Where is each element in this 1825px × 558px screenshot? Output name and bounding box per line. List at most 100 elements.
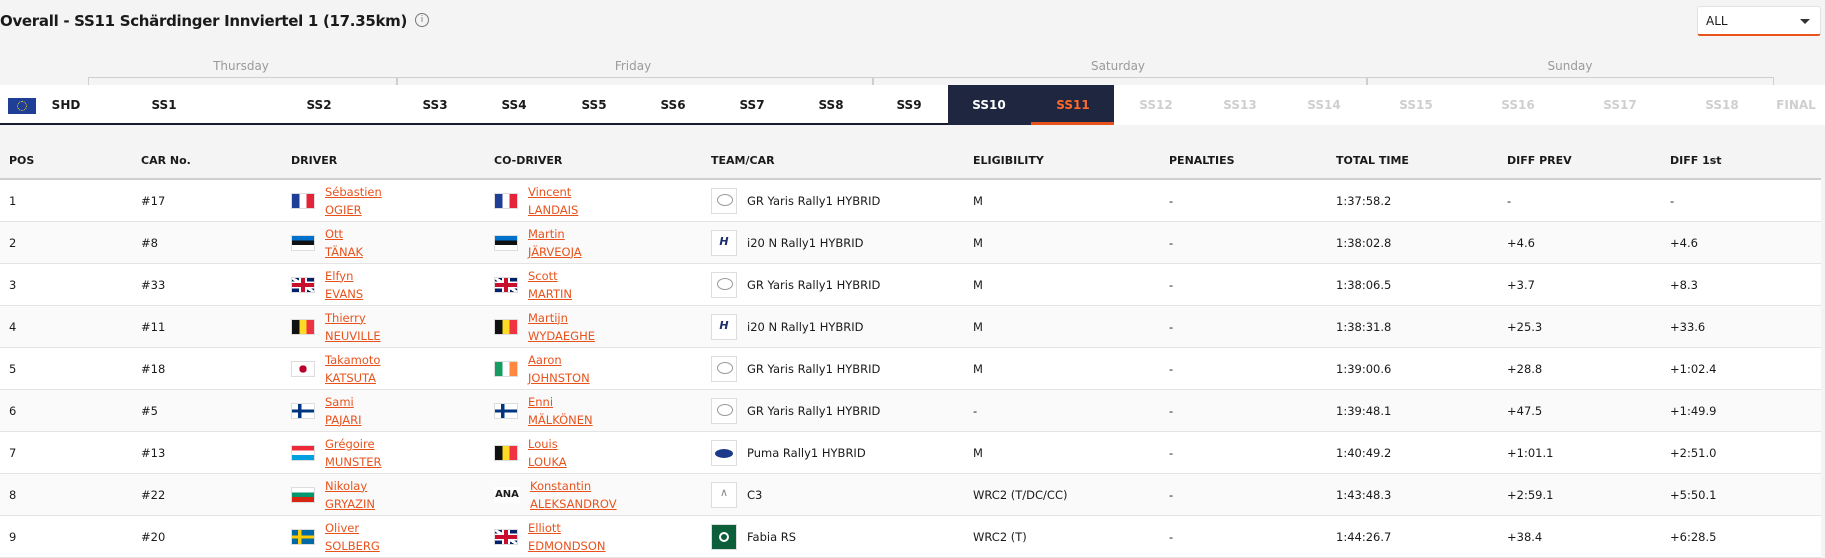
co-driver-last-name-link[interactable]: MÄLKÖNEN: [528, 411, 593, 429]
driver-cell: Oliver SOLBERG: [282, 515, 485, 558]
tab-ss6[interactable]: SS6: [660, 85, 685, 125]
diff-first-cell: +1:02.4: [1661, 347, 1821, 390]
page-title: Overall - SS11 Schärdinger Innviertel 1 …: [0, 12, 408, 30]
tab-ss1[interactable]: SS1: [151, 85, 176, 125]
car-model: GR Yaris Rally1 HYBRID: [747, 361, 881, 376]
total-time-cell: 1:39:00.6: [1327, 347, 1498, 390]
tab-ss3[interactable]: SS3: [422, 85, 447, 125]
co-driver-first-name-link[interactable]: Martin: [528, 225, 582, 243]
co-driver-first-name-link[interactable]: Aaron: [528, 351, 590, 369]
tab-ss15: SS15: [1399, 98, 1433, 112]
penalties-cell: -: [1160, 473, 1327, 516]
co-driver-first-name-link[interactable]: Louis: [528, 435, 567, 453]
co-driver-last-name-link[interactable]: ALEKSANDROV: [530, 495, 617, 513]
co-driver-first-name-link[interactable]: Elliott: [528, 519, 606, 537]
total-time-cell: 1:38:31.8: [1327, 305, 1498, 348]
car-number-cell: #5: [132, 389, 282, 432]
col-header-diff-1st[interactable]: DIFF 1st: [1661, 142, 1821, 180]
car-number-cell: #20: [132, 515, 282, 558]
co-driver-first-name-link[interactable]: Vincent: [528, 183, 578, 201]
eligibility-cell: WRC2 (T): [964, 515, 1160, 558]
driver-last-name-link[interactable]: MUNSTER: [325, 453, 382, 471]
co-driver-first-name-link[interactable]: Scott: [528, 267, 572, 285]
driver-last-name-link[interactable]: SOLBERG: [325, 537, 380, 555]
driver-last-name-link[interactable]: KATSUTA: [325, 369, 380, 387]
tab-ss11[interactable]: SS11: [1056, 85, 1089, 125]
co-driver-first-name-link[interactable]: Konstantin: [530, 477, 617, 495]
eligibility-cell: -: [964, 389, 1160, 432]
col-header-car-no[interactable]: CAR No.: [132, 142, 282, 180]
driver-first-name-link[interactable]: Oliver: [325, 519, 380, 537]
col-header-pos[interactable]: POS: [0, 142, 132, 180]
driver-first-name-link[interactable]: Thierry: [325, 309, 381, 327]
pos-cell: 8: [0, 473, 132, 516]
diff-prev-cell: +25.3: [1498, 305, 1661, 348]
co-driver-last-name-link[interactable]: EDMONDSON: [528, 537, 606, 555]
col-header-eligibility[interactable]: ELIGIBILITY: [964, 142, 1160, 180]
col-header-driver[interactable]: DRIVER: [282, 142, 485, 180]
driver-last-name-link[interactable]: EVANS: [325, 285, 363, 303]
eligibility-cell: M: [964, 263, 1160, 306]
diff-prev-cell: +28.8: [1498, 347, 1661, 390]
co-driver-first-name-link[interactable]: Martijn: [528, 309, 595, 327]
pos-cell: 1: [0, 179, 132, 222]
driver-last-name-link[interactable]: NEUVILLE: [325, 327, 381, 345]
col-header-total-time[interactable]: TOTAL TIME: [1327, 142, 1498, 180]
co-driver-cell: Martijn WYDAEGHE: [485, 305, 702, 348]
co-driver-last-name-link[interactable]: LOUKA: [528, 453, 567, 471]
co-driver-last-name-link[interactable]: JOHNSTON: [528, 369, 590, 387]
tab-ss8[interactable]: SS8: [818, 85, 843, 125]
hyundai-logo-icon: [711, 229, 737, 256]
col-header-penalties[interactable]: PENALTIES: [1160, 142, 1327, 180]
tab-ss4[interactable]: SS4: [501, 85, 526, 125]
driver-first-name-link[interactable]: Elfyn: [325, 267, 363, 285]
driver-last-name-link[interactable]: GRYAZIN: [325, 495, 375, 513]
car-number-cell: #33: [132, 263, 282, 306]
info-circle-icon[interactable]: i: [415, 13, 429, 27]
day-label-sunday: Sunday: [1547, 59, 1593, 73]
team-car-cell: i20 N Rally1 HYBRID: [702, 221, 964, 264]
tab-ss10[interactable]: SS10: [972, 85, 1005, 125]
pos-cell: 9: [0, 515, 132, 558]
team-car-cell: C3: [702, 473, 964, 516]
driver-last-name-link[interactable]: PAJARI: [325, 411, 362, 429]
ford-logo-icon: [711, 439, 737, 466]
tab-ss17: SS17: [1603, 98, 1637, 112]
tab-ss12: SS12: [1139, 98, 1173, 112]
co-driver-last-name-link[interactable]: JÄRVEOJA: [528, 243, 582, 261]
driver-first-name-link[interactable]: Ott: [325, 225, 363, 243]
diff-prev-cell: -: [1498, 179, 1661, 222]
driver-first-name-link[interactable]: Sami: [325, 393, 362, 411]
driver-first-name-link[interactable]: Nikolay: [325, 477, 375, 495]
table-header-row: POS CAR No. DRIVER CO-DRIVER TEAM/CAR EL…: [0, 142, 1821, 180]
driver-flag-icon: [291, 360, 315, 377]
driver-first-name-link[interactable]: Sébastien: [325, 183, 382, 201]
tab-ss7[interactable]: SS7: [739, 85, 764, 125]
col-header-team-car[interactable]: TEAM/CAR: [702, 142, 964, 180]
driver-last-name-link[interactable]: OGIER: [325, 201, 382, 219]
co-driver-cell: Martin JÄRVEOJA: [485, 221, 702, 264]
diff-first-cell: +6:28.5: [1661, 515, 1821, 558]
tab-ss2[interactable]: SS2: [306, 85, 331, 125]
day-bracket-saturday: [873, 77, 1367, 85]
col-header-co-driver[interactable]: CO-DRIVER: [485, 142, 702, 180]
driver-last-name-link[interactable]: TÄNAK: [325, 243, 363, 261]
tab-ss5[interactable]: SS5: [581, 85, 606, 125]
car-model: C3: [747, 487, 763, 502]
category-filter-select[interactable]: ALL: [1697, 6, 1821, 36]
hyundai-logo-icon: [711, 313, 737, 340]
driver-flag-icon: [291, 192, 315, 209]
penalties-cell: -: [1160, 389, 1327, 432]
day-label-thursday: Thursday: [213, 59, 269, 73]
co-driver-first-name-link[interactable]: Enni: [528, 393, 593, 411]
co-driver-last-name-link[interactable]: WYDAEGHE: [528, 327, 595, 345]
driver-first-name-link[interactable]: Takamoto: [325, 351, 380, 369]
tab-ss9[interactable]: SS9: [896, 85, 921, 125]
tab-shd[interactable]: SHD: [52, 85, 81, 125]
col-header-diff-prev[interactable]: DIFF PREV: [1498, 142, 1661, 180]
toyota-logo-icon: [711, 187, 737, 214]
driver-first-name-link[interactable]: Grégoire: [325, 435, 382, 453]
co-driver-last-name-link[interactable]: MARTIN: [528, 285, 572, 303]
co-driver-last-name-link[interactable]: LANDAIS: [528, 201, 578, 219]
car-model: GR Yaris Rally1 HYBRID: [747, 403, 881, 418]
